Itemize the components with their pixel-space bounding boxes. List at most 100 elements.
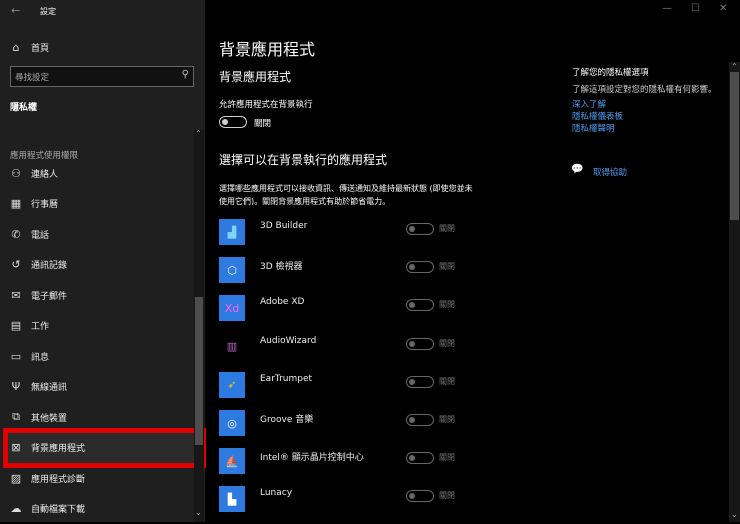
- message-icon: ▭: [10, 349, 22, 363]
- app-name: 3D 檢視器: [260, 262, 303, 273]
- sidebar-item-label: 自動檔案下載: [31, 505, 86, 515]
- contacts-icon: ⚇: [11, 166, 21, 180]
- sidebar-item-11[interactable]: ☁ 自動檔案下載: [0, 494, 195, 524]
- app-toggle[interactable]: [406, 490, 434, 503]
- app-icon: ▙: [219, 486, 245, 513]
- app-state: 關閉: [439, 338, 455, 348]
- sidebar-item-10[interactable]: ▨ 應用程式診斷: [0, 463, 195, 493]
- scroll-up-icon[interactable]: ⌃: [731, 62, 738, 71]
- section-subtitle: 背景應用程式: [219, 70, 292, 84]
- privacy-statement-link[interactable]: 隱私權聲明: [572, 122, 615, 134]
- app-icon: ➶: [219, 371, 245, 398]
- sidebar-item-label: 背景應用程式: [31, 444, 86, 454]
- app-state: 關閉: [439, 491, 455, 501]
- calendar-icon: ▦: [10, 197, 22, 210]
- app-toggle[interactable]: [406, 223, 434, 235]
- sidebar-item-label: 其他裝置: [31, 413, 68, 424]
- allow-state: 關閉: [254, 119, 272, 129]
- description-line1: 選擇哪些應用程式可以接收資訊、傳送通知及維持最新狀態 (即使您並未: [219, 184, 473, 193]
- sidebar-item-label: 無線通訊: [31, 383, 68, 393]
- sidebar-item-label: 連絡人: [31, 169, 59, 180]
- sidebar-item-5[interactable]: ▤ 工作: [0, 311, 195, 341]
- app-name: EarTrumpet: [260, 373, 313, 384]
- sidebar-item-9[interactable]: ⊠ 背景應用程式: [0, 433, 195, 463]
- page-title: 背景應用程式: [219, 40, 316, 59]
- sidebar-item-label: 應用程式診斷: [31, 474, 86, 485]
- app-icon: ⬡: [219, 257, 245, 284]
- app-row: Xd Adobe XD 關閉: [219, 295, 479, 325]
- app-name: AudioWizard: [260, 335, 317, 346]
- app-icon: ▥: [226, 340, 238, 354]
- sidebar-scrollbar[interactable]: ⌃ ⌄: [194, 129, 204, 522]
- maximize-button[interactable]: ☐: [691, 3, 700, 14]
- choose-heading: 選擇可以在背景執行的應用程式: [219, 153, 388, 167]
- sidebar-item-label: 通訊記錄: [31, 261, 68, 271]
- app-icon: ◎: [219, 410, 245, 436]
- app-row: ▥ AudioWizard 關閉: [219, 334, 479, 364]
- scroll-down-icon[interactable]: ⌄: [731, 510, 738, 519]
- aside-heading: 了解您的隱私權選項: [572, 68, 649, 78]
- scrollbar-thumb[interactable]: [730, 72, 739, 220]
- sidebar-item-home[interactable]: ⌂ 首頁: [0, 32, 195, 62]
- app-icon: ⛵: [219, 448, 245, 475]
- app-toggle[interactable]: [406, 261, 434, 274]
- sidebar-item-label: 訊息: [31, 352, 50, 363]
- sidebar-item-3[interactable]: ↺ 通訊記錄: [0, 250, 195, 280]
- app-toggle[interactable]: [406, 299, 434, 312]
- app-row: ⬡ 3D 檢視器 關閉: [219, 257, 479, 287]
- app-name: 3D Builder: [260, 221, 308, 231]
- privacy-dashboard-link[interactable]: 隱私權儀表板: [572, 110, 623, 122]
- diagnostics-icon: ▨: [10, 471, 22, 485]
- home-icon: ⌂: [12, 40, 20, 54]
- cloud-icon: ☁: [10, 502, 22, 515]
- minimize-button[interactable]: —: [662, 3, 672, 14]
- sidebar-item-1[interactable]: ▦ 行事曆: [0, 189, 195, 219]
- app-state: 關閉: [439, 415, 455, 424]
- allow-label: 允許應用程式在背景執行: [219, 100, 313, 110]
- app-row: ◎ Groove 音樂 關閉: [219, 410, 479, 440]
- window-title: 設定: [40, 7, 56, 16]
- sidebar-item-2[interactable]: ✆ 電話: [0, 219, 195, 249]
- app-state: 關閉: [439, 300, 455, 310]
- radio-icon: Ψ: [11, 380, 21, 393]
- app-toggle[interactable]: [406, 452, 434, 465]
- scroll-down-icon[interactable]: ⌄: [195, 508, 202, 517]
- close-button[interactable]: ✕: [719, 3, 727, 14]
- allow-background-toggle[interactable]: [219, 116, 247, 128]
- history-icon: ↺: [11, 258, 21, 271]
- app-icon: ▟: [219, 219, 245, 245]
- search-input[interactable]: 尋找設定 ⚲: [10, 66, 194, 87]
- app-row: ▙ Lunacy 關閉: [219, 486, 479, 516]
- search-icon: ⚲: [181, 69, 189, 80]
- app-toggle[interactable]: [406, 337, 434, 350]
- app-name: Lunacy: [260, 488, 293, 499]
- sidebar-item-label: 電話: [31, 230, 50, 241]
- sidebar-item-label: 電子郵件: [31, 291, 68, 302]
- app-state: 關閉: [439, 262, 455, 272]
- app-toggle[interactable]: [406, 414, 434, 426]
- sidebar-item-0[interactable]: ⚇ 連絡人: [0, 158, 195, 188]
- scroll-up-icon[interactable]: ⌃: [195, 129, 202, 138]
- aside-text: 了解這項設定對您的隱私權有何影響。: [572, 85, 717, 95]
- app-state: 關閉: [439, 376, 455, 386]
- sidebar-item-7[interactable]: Ψ 無線通訊: [0, 372, 195, 402]
- sidebar-item-4[interactable]: ✉ 電子郵件: [0, 280, 195, 310]
- description-line2: 使用它們)。關閉背景應用程式有助於節省電力。: [219, 197, 391, 206]
- app-name: Intel® 顯示晶片控制中心: [260, 453, 364, 464]
- app-state: 關閉: [439, 224, 455, 233]
- learn-more-link[interactable]: 深入了解: [572, 98, 606, 110]
- app-state: 關閉: [439, 453, 455, 463]
- app-row: ⛵ Intel® 顯示晶片控制中心 關閉: [219, 448, 479, 478]
- app-toggle[interactable]: [406, 375, 434, 388]
- back-button[interactable]: ←: [11, 4, 20, 17]
- sidebar-item-8[interactable]: ⧉ 其他裝置: [0, 402, 195, 432]
- sidebar-item-label: 行事曆: [31, 200, 59, 210]
- scrollbar-thumb[interactable]: [195, 297, 203, 445]
- app-row: ➶ EarTrumpet 關閉: [219, 371, 479, 402]
- get-help-link[interactable]: 取得協助: [593, 166, 627, 178]
- phone-icon: ✆: [11, 227, 21, 241]
- main-scrollbar[interactable]: ⌃ ⌄: [729, 62, 740, 522]
- mail-icon: ✉: [11, 288, 21, 302]
- app-name: Groove 音樂: [260, 415, 314, 425]
- sidebar-item-6[interactable]: ▭ 訊息: [0, 341, 195, 371]
